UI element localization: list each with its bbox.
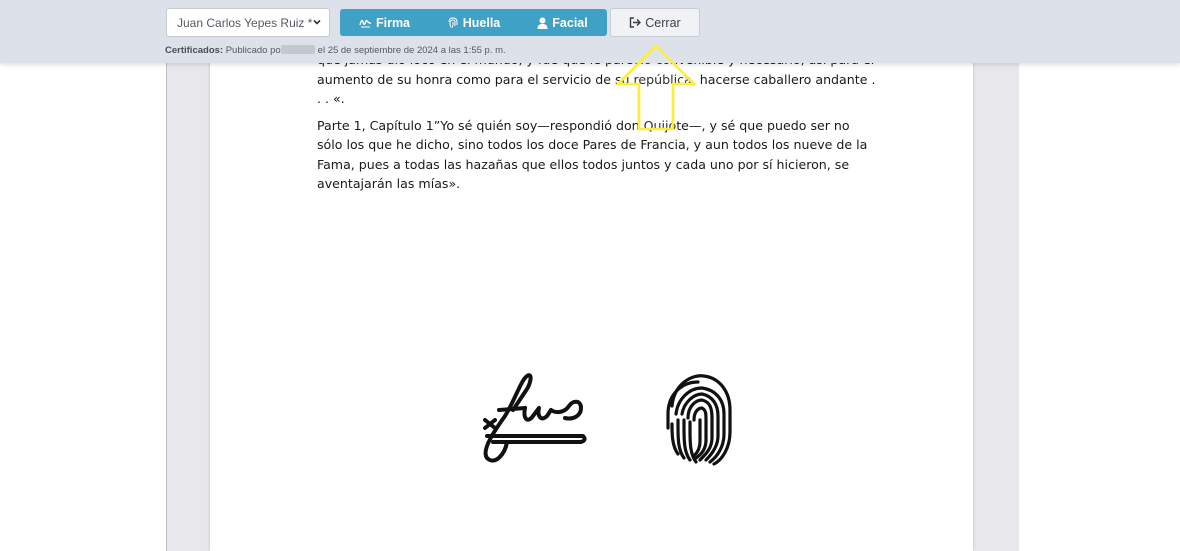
user-icon bbox=[537, 17, 548, 29]
firma-button[interactable]: Firma bbox=[340, 9, 429, 36]
facial-button[interactable]: Facial bbox=[518, 9, 607, 36]
facial-label: Facial bbox=[552, 15, 588, 30]
cerrar-button[interactable]: Cerrar bbox=[610, 8, 700, 37]
redacted-name bbox=[280, 45, 315, 54]
signing-toolbar: Juan Carlos Yepes Ruiz * Firma Huella Fa… bbox=[0, 0, 1180, 63]
fingerprint-icon bbox=[448, 16, 458, 28]
chevron-down-icon bbox=[313, 19, 321, 25]
sign-out-icon bbox=[630, 17, 642, 28]
cerrar-label: Cerrar bbox=[645, 15, 681, 30]
signature-mark-icon bbox=[483, 373, 587, 463]
signer-select-value: Juan Carlos Yepes Ruiz * bbox=[177, 15, 313, 30]
fingerprint-mark-icon bbox=[666, 374, 732, 466]
firma-label: Firma bbox=[375, 15, 411, 30]
huella-label: Huella bbox=[462, 15, 501, 30]
certificate-info: Certificados: Publicado po el 25 de septi… bbox=[165, 45, 506, 56]
published-suffix: el 25 de septiembre de 2024 a las 1:55 p… bbox=[317, 45, 506, 56]
certificates-label: Certificados: bbox=[165, 45, 224, 56]
highlight-arrow-up-icon bbox=[614, 44, 698, 131]
signature-method-group: Firma Huella Facial bbox=[340, 9, 607, 36]
huella-button[interactable]: Huella bbox=[429, 9, 518, 36]
paragraph-2: Parte 1, Capítulo 1”Yo sé quién soy—resp… bbox=[317, 117, 868, 192]
signature-icon bbox=[359, 19, 372, 27]
signer-select[interactable]: Juan Carlos Yepes Ruiz * bbox=[166, 8, 330, 37]
published-prefix: Publicado po bbox=[225, 45, 281, 56]
document-text: que jamás dio loco en el mundo, y fue qu… bbox=[317, 50, 877, 201]
